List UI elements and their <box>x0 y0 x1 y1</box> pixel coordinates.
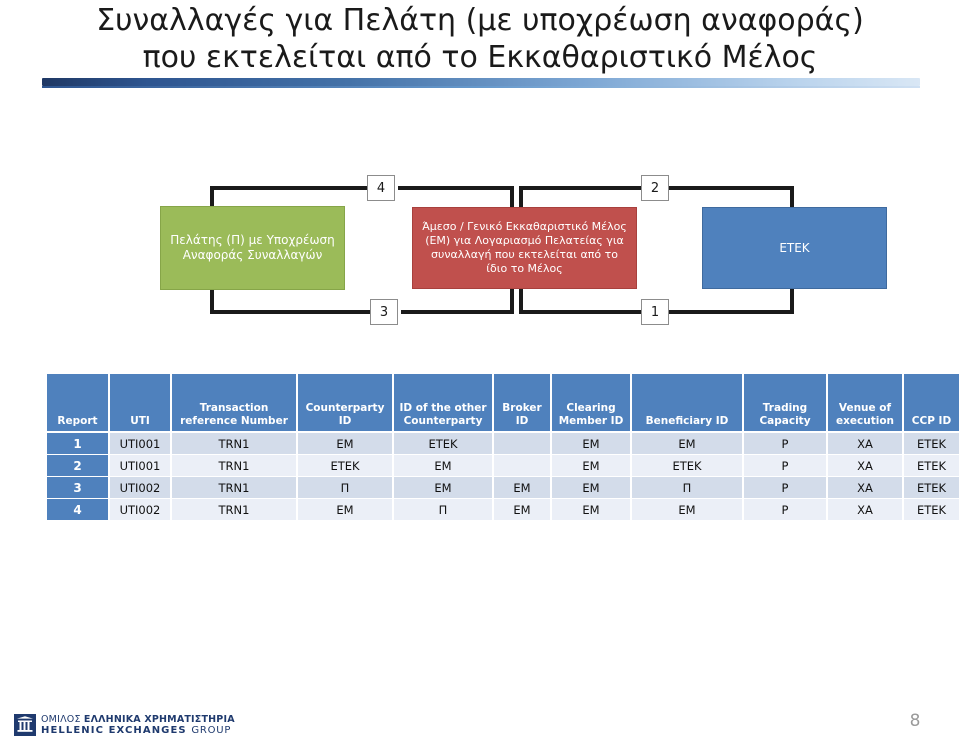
cell-report: 2 <box>47 454 110 477</box>
connector-top-right-segment-b <box>668 186 794 190</box>
cell-trading-capacity: P <box>743 498 828 521</box>
diagram-node-clearing-member-label: Άμεσο / Γενικό Εκκαθαριστικό Μέλος (ΕΜ) … <box>422 220 627 275</box>
connector-top-left-segment-a <box>210 186 373 190</box>
cell-transaction-ref: TRN1 <box>171 498 298 521</box>
connector-bottom-left-segment-a <box>210 310 376 314</box>
cell-report: 4 <box>47 498 110 521</box>
cell-uti: UTI002 <box>109 476 172 499</box>
cell-trading-capacity: P <box>743 432 828 455</box>
table-row[interactable]: 1 UTI001 TRN1 ΕΜ ΕΤΕΚ ΕΜ ΕΜ P ΧΑ ΕΤΕΚ <box>47 432 959 455</box>
cell-venue-of-execution: ΧΑ <box>827 498 904 521</box>
page-title: Συναλλαγές για Πελάτη (με υποχρέωση αναφ… <box>0 2 960 76</box>
page-number: 8 <box>909 711 921 731</box>
column-header-trading-capacity[interactable]: Trading Capacity <box>743 374 828 433</box>
cell-ccp-id: ΕΤΕΚ <box>903 432 959 455</box>
cell-broker-id <box>493 432 552 455</box>
column-header-transaction-ref[interactable]: Transaction reference Number <box>171 374 298 433</box>
connector-etek-bottom-stub <box>790 286 794 314</box>
pillar-icon <box>14 714 36 736</box>
cell-clearing-member-id: ΕΜ <box>551 432 632 455</box>
table-row[interactable]: 3 UTI002 TRN1 Π ΕΜ ΕΜ ΕΜ Π P ΧΑ ΕΤΕΚ <box>47 476 959 499</box>
diagram-node-etek-label: ΕΤΕΚ <box>779 240 810 255</box>
cell-clearing-member-id: ΕΜ <box>551 476 632 499</box>
diagram-node-client-label: Πελάτης (Π) με Υποχρέωση Αναφοράς Συναλλ… <box>170 233 335 262</box>
cell-report: 3 <box>47 476 110 499</box>
cell-uti: UTI001 <box>109 454 172 477</box>
cell-transaction-ref: TRN1 <box>171 476 298 499</box>
column-header-ccp-id[interactable]: CCP ID <box>903 374 959 433</box>
cell-venue-of-execution: ΧΑ <box>827 432 904 455</box>
cell-beneficiary-id: ΕΤΕΚ <box>631 454 744 477</box>
cell-clearing-member-id: ΕΜ <box>551 498 632 521</box>
cell-uti: UTI001 <box>109 432 172 455</box>
connector-top-left-segment-b <box>398 186 514 190</box>
column-header-counterparty-id[interactable]: Counterparty ID <box>297 374 394 433</box>
column-header-broker-id[interactable]: Broker ID <box>493 374 552 433</box>
connector-member-bottom-stub-left <box>510 286 514 314</box>
cell-beneficiary-id: Π <box>631 476 744 499</box>
cell-broker-id <box>493 454 552 477</box>
cell-clearing-member-id: ΕΜ <box>551 454 632 477</box>
cell-venue-of-execution: ΧΑ <box>827 476 904 499</box>
cell-broker-id: ΕΜ <box>493 498 552 521</box>
cell-transaction-ref: TRN1 <box>171 432 298 455</box>
connector-bottom-right-segment-b <box>668 310 794 314</box>
cell-report: 1 <box>47 432 110 455</box>
page-title-line-1: Συναλλαγές για Πελάτη (με υποχρέωση αναφ… <box>96 3 864 38</box>
cell-beneficiary-id: ΕΜ <box>631 498 744 521</box>
cell-ccp-id: ΕΤΕΚ <box>903 498 959 521</box>
connector-bottom-left-segment-b <box>401 310 514 314</box>
column-header-beneficiary-id[interactable]: Beneficiary ID <box>631 374 744 433</box>
cell-counterparty-id: ΕΜ <box>297 498 394 521</box>
column-header-other-counterparty[interactable]: ID of the other Counterparty <box>393 374 494 433</box>
cell-other-counterparty: ΕΤΕΚ <box>393 432 494 455</box>
cell-counterparty-id: ΕΜ <box>297 432 394 455</box>
table-row[interactable]: 4 UTI002 TRN1 ΕΜ Π ΕΜ ΕΜ ΕΜ P ΧΑ ΕΤΕΚ <box>47 498 959 521</box>
title-divider-bar-thin <box>42 86 920 88</box>
cell-broker-id: ΕΜ <box>493 476 552 499</box>
cell-other-counterparty: Π <box>393 498 494 521</box>
connector-top-right-segment-a <box>519 186 643 190</box>
cell-ccp-id: ΕΤΕΚ <box>903 454 959 477</box>
cell-other-counterparty: ΕΜ <box>393 476 494 499</box>
cell-beneficiary-id: ΕΜ <box>631 432 744 455</box>
flow-diagram: 4 2 3 1 Πελάτης (Π) με Υποχρέωση Αναφορά… <box>0 0 960 743</box>
column-header-uti[interactable]: UTI <box>109 374 172 433</box>
cell-other-counterparty: ΕΜ <box>393 454 494 477</box>
column-header-report[interactable]: Report <box>47 374 110 433</box>
connector-label-1[interactable]: 1 <box>641 299 669 325</box>
cell-uti: UTI002 <box>109 498 172 521</box>
logo-wordmark: ΟΜΙΛΟΣ ΕΛΛΗΝΙΚΑ ΧΡΗΜΑΤΙΣΤΗΡΙΑ HELLENIC E… <box>41 714 235 736</box>
table-row[interactable]: 2 UTI001 TRN1 ΕΤΕΚ ΕΜ ΕΜ ΕΤΕΚ P ΧΑ ΕΤΕΚ <box>47 454 959 477</box>
cell-transaction-ref: TRN1 <box>171 454 298 477</box>
diagram-node-client[interactable]: Πελάτης (Π) με Υποχρέωση Αναφοράς Συναλλ… <box>160 206 345 290</box>
logo-line-greek: ΟΜΙΛΟΣ ΕΛΛΗΝΙΚΑ ΧΡΗΜΑΤΙΣΤΗΡΙΑ <box>41 714 235 725</box>
page-title-line-2: που εκτελείται από το Εκκαθαριστικό Μέλο… <box>142 40 818 75</box>
connector-label-4[interactable]: 4 <box>367 175 395 201</box>
column-header-venue-of-execution[interactable]: Venue of execution <box>827 374 904 433</box>
column-header-clearing-member-id[interactable]: Clearing Member ID <box>551 374 632 433</box>
diagram-node-clearing-member[interactable]: Άμεσο / Γενικό Εκκαθαριστικό Μέλος (ΕΜ) … <box>412 207 637 289</box>
connector-label-2[interactable]: 2 <box>641 175 669 201</box>
hellenic-exchanges-logo: ΟΜΙΛΟΣ ΕΛΛΗΝΙΚΑ ΧΡΗΜΑΤΙΣΤΗΡΙΑ HELLENIC E… <box>14 714 235 736</box>
cell-trading-capacity: P <box>743 476 828 499</box>
connector-label-3[interactable]: 3 <box>370 299 398 325</box>
connector-bottom-right-segment-a <box>519 310 643 314</box>
reports-table: Report UTI Transaction reference Number … <box>47 374 959 521</box>
cell-ccp-id: ΕΤΕΚ <box>903 476 959 499</box>
cell-venue-of-execution: ΧΑ <box>827 454 904 477</box>
cell-counterparty-id: ΕΤΕΚ <box>297 454 394 477</box>
title-divider-bar <box>42 78 920 86</box>
logo-line-english: HELLENIC EXCHANGES GROUP <box>41 725 232 736</box>
diagram-node-etek[interactable]: ΕΤΕΚ <box>702 207 887 289</box>
table-header-row: Report UTI Transaction reference Number … <box>47 374 959 433</box>
cell-trading-capacity: P <box>743 454 828 477</box>
cell-counterparty-id: Π <box>297 476 394 499</box>
